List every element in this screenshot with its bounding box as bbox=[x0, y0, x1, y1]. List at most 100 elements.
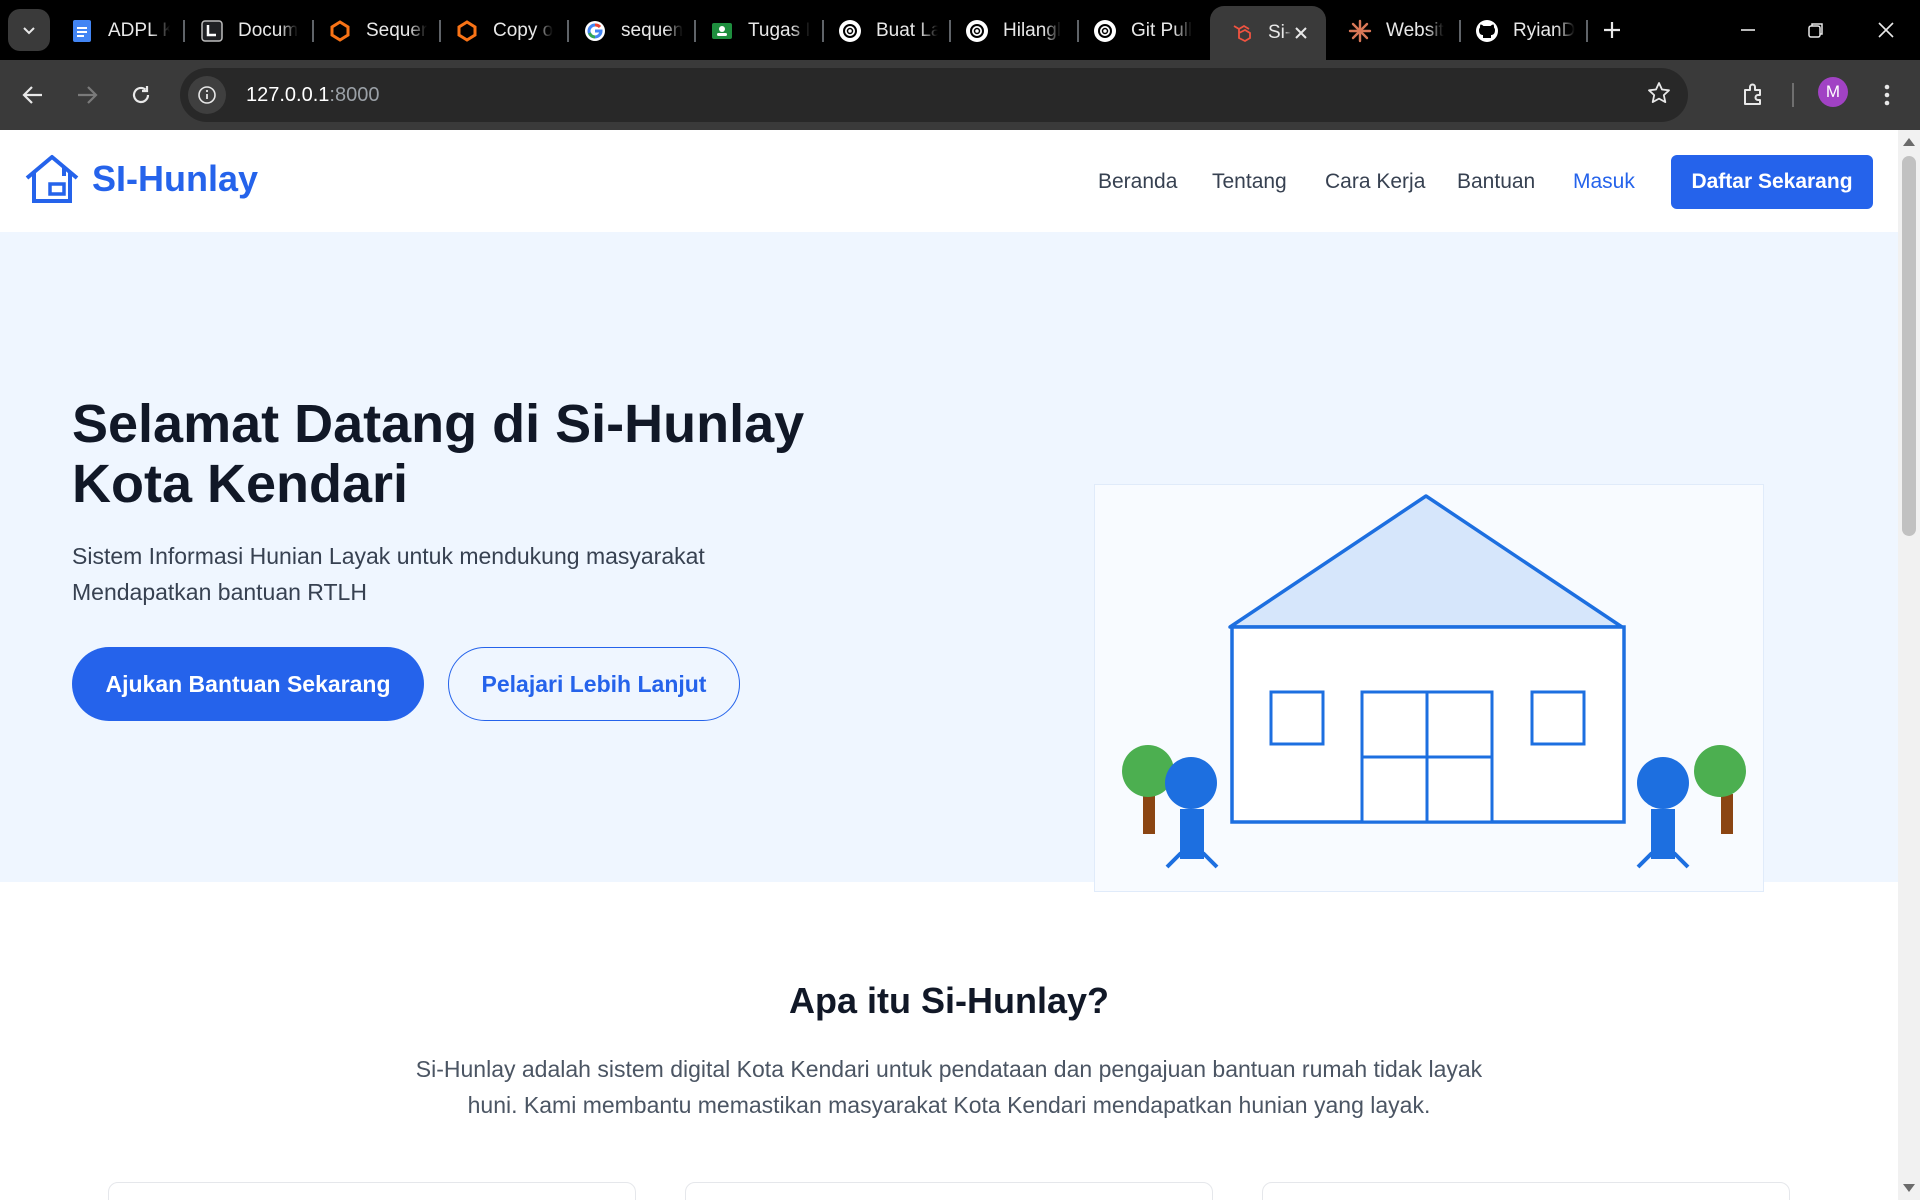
house-window-right bbox=[1530, 690, 1586, 746]
forward-button[interactable] bbox=[66, 74, 108, 116]
browser-tab[interactable]: Hilangl bbox=[965, 10, 1065, 52]
chatgpt-icon bbox=[965, 19, 989, 43]
close-icon bbox=[1878, 22, 1894, 38]
reload-icon bbox=[132, 86, 150, 104]
close-icon[interactable] bbox=[1290, 22, 1312, 44]
minimize-button[interactable] bbox=[1728, 10, 1768, 50]
tab-label: Si- bbox=[1268, 22, 1292, 43]
nav-bantuan[interactable]: Bantuan bbox=[1457, 170, 1535, 194]
site-header: SI-Hunlay Beranda Tentang Cara Kerja Ban… bbox=[0, 130, 1898, 232]
plus-icon bbox=[1604, 22, 1620, 38]
github-icon bbox=[1475, 19, 1499, 43]
browser-tab[interactable]: Sequer bbox=[328, 10, 428, 52]
puzzle-icon bbox=[1744, 83, 1761, 105]
nav-beranda[interactable]: Beranda bbox=[1098, 170, 1177, 194]
toolbar-divider bbox=[1792, 83, 1794, 107]
tab-separator bbox=[567, 20, 569, 42]
tab-label: Sequer bbox=[366, 20, 428, 41]
page-viewport: SI-Hunlay Beranda Tentang Cara Kerja Ban… bbox=[0, 130, 1898, 1200]
browser-toolbar: 127.0.0.1:8000 M bbox=[0, 60, 1920, 130]
tree-right bbox=[1694, 745, 1746, 834]
restore-icon bbox=[1808, 23, 1823, 38]
google-docs-icon bbox=[70, 19, 94, 43]
extensions-button[interactable] bbox=[1733, 74, 1775, 116]
tab-separator bbox=[312, 20, 314, 42]
browser-tab[interactable]: Docum bbox=[200, 10, 300, 52]
about-description: Si-Hunlay adalah sistem digital Kota Ken… bbox=[374, 1051, 1524, 1123]
new-tab-button[interactable] bbox=[1592, 10, 1632, 50]
browser-tab[interactable]: Copy o bbox=[455, 10, 555, 52]
tab-separator bbox=[694, 20, 696, 42]
browser-tab[interactable]: Git Pull bbox=[1093, 10, 1193, 52]
hero-section: Selamat Datang di Si-Hunlay Kota Kendari… bbox=[0, 232, 1898, 892]
url-host: 127.0.0.1 bbox=[246, 83, 330, 106]
about-text-line2: huni. Kami membantu memastikan masyaraka… bbox=[467, 1092, 1431, 1118]
claude-icon bbox=[1348, 19, 1372, 43]
hero-subtitle-line1: Sistem Informasi Hunian Layak untuk mend… bbox=[72, 543, 705, 569]
register-button[interactable]: Daftar Sekarang bbox=[1671, 155, 1873, 209]
tab-label: Git Pull bbox=[1131, 20, 1193, 41]
tab-separator bbox=[1459, 20, 1461, 42]
close-window-button[interactable] bbox=[1866, 10, 1906, 50]
feature-card bbox=[108, 1182, 636, 1200]
browser-tab-active[interactable]: Si- bbox=[1210, 6, 1326, 60]
diagram-tool-icon bbox=[455, 19, 479, 43]
browser-menu-button[interactable] bbox=[1866, 74, 1908, 116]
star-icon bbox=[1648, 82, 1670, 103]
learn-more-button[interactable]: Pelajari Lebih Lanjut bbox=[448, 647, 740, 721]
tab-separator bbox=[822, 20, 824, 42]
apply-aid-button[interactable]: Ajukan Bantuan Sekarang bbox=[72, 647, 424, 721]
tab-label: Buat La bbox=[876, 20, 938, 41]
browser-tab[interactable]: Buat La bbox=[838, 10, 938, 52]
hero-illustration bbox=[1094, 484, 1764, 892]
brand-name: SI-Hunlay bbox=[92, 158, 259, 199]
browser-tab[interactable]: sequen bbox=[583, 10, 683, 52]
house-illustration bbox=[1122, 494, 1746, 869]
bookmark-button[interactable] bbox=[1646, 80, 1672, 111]
tab-label: Copy o bbox=[493, 20, 554, 41]
house-roof bbox=[1228, 494, 1624, 629]
about-text-line1: Si-Hunlay adalah sistem digital Kota Ken… bbox=[415, 1056, 1483, 1082]
site-info-button[interactable] bbox=[188, 76, 226, 114]
reload-button[interactable] bbox=[120, 74, 162, 116]
person-left bbox=[1165, 757, 1219, 869]
tab-label: Hilangl bbox=[1003, 20, 1062, 41]
tab-label: Websit bbox=[1386, 20, 1444, 41]
tab-separator bbox=[183, 20, 185, 42]
page-scrollbar[interactable] bbox=[1898, 130, 1920, 1200]
tab-separator bbox=[1586, 20, 1588, 42]
tab-label: sequen bbox=[621, 20, 683, 41]
profile-avatar[interactable]: M bbox=[1818, 77, 1848, 107]
scroll-thumb[interactable] bbox=[1902, 156, 1916, 536]
house-icon bbox=[25, 155, 79, 203]
nav-cara-kerja[interactable]: Cara Kerja bbox=[1325, 170, 1425, 194]
feature-card bbox=[1262, 1182, 1790, 1200]
browser-tab[interactable]: RyianD bbox=[1475, 10, 1575, 52]
scroll-up-arrow[interactable] bbox=[1903, 138, 1915, 146]
classroom-icon bbox=[710, 19, 734, 43]
url-text[interactable]: 127.0.0.1:8000 bbox=[246, 84, 379, 107]
tab-label: Docum bbox=[238, 20, 299, 41]
browser-tab[interactable]: ADPL K bbox=[70, 10, 170, 52]
browser-tab[interactable]: Tugas I bbox=[710, 10, 810, 52]
tab-search-button[interactable] bbox=[8, 9, 50, 51]
more-vertical-icon bbox=[1884, 84, 1890, 106]
minimize-icon bbox=[1741, 29, 1755, 31]
google-icon bbox=[583, 19, 607, 43]
chevron-down-icon bbox=[23, 27, 35, 35]
restore-button[interactable] bbox=[1796, 10, 1836, 50]
hero-title: Selamat Datang di Si-Hunlay Kota Kendari bbox=[72, 394, 872, 514]
browser-tab[interactable]: Websit bbox=[1348, 10, 1448, 52]
arrow-left-icon bbox=[22, 86, 42, 104]
info-icon bbox=[198, 86, 216, 104]
address-bar[interactable]: 127.0.0.1:8000 bbox=[180, 68, 1688, 122]
brand-logo[interactable]: SI-Hunlay bbox=[24, 154, 258, 204]
nav-masuk[interactable]: Masuk bbox=[1573, 170, 1635, 194]
url-port: :8000 bbox=[329, 83, 380, 106]
nav-tentang[interactable]: Tentang bbox=[1212, 170, 1287, 194]
chatgpt-icon bbox=[838, 19, 862, 43]
hero-title-line2: Kota Kendari bbox=[72, 454, 409, 514]
scroll-down-arrow[interactable] bbox=[1903, 1184, 1915, 1192]
back-button[interactable] bbox=[12, 74, 54, 116]
tab-label: Tugas I bbox=[748, 20, 810, 41]
